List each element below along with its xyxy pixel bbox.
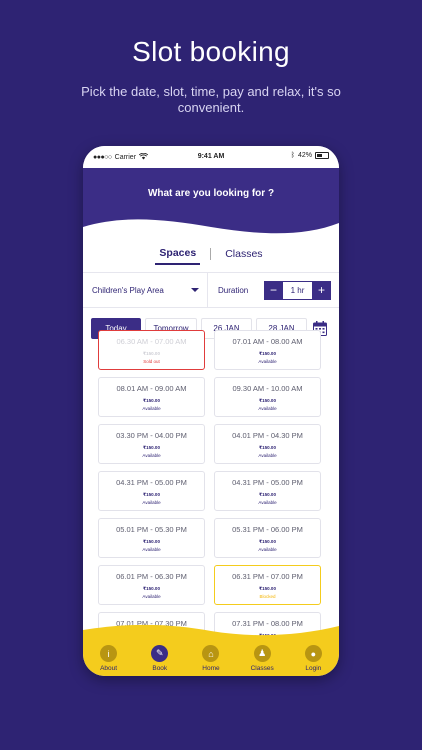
- classes-icon: ♟: [253, 645, 271, 662]
- header-wave: [83, 219, 339, 237]
- slot-status: Available: [258, 359, 277, 364]
- slot-status: Available: [142, 547, 161, 552]
- slot-price: ₹150.00: [143, 586, 160, 591]
- tab-home[interactable]: ⌂ Home: [188, 645, 234, 672]
- info-icon: i: [100, 645, 118, 662]
- header-title: What are you looking for ?: [147, 188, 275, 199]
- battery-icon: [315, 152, 329, 159]
- tab-label: About: [100, 665, 118, 672]
- slot-time: 07.01 AM - 08.00 AM: [232, 337, 303, 346]
- tab-spaces[interactable]: Spaces: [155, 243, 201, 265]
- slot-time: 03.30 PM - 04.00 PM: [116, 431, 187, 440]
- slot-price: ₹150.00: [143, 539, 160, 544]
- slot-status: Available: [142, 453, 161, 458]
- tab-about[interactable]: i About: [86, 645, 132, 672]
- tab-book[interactable]: ✎ Book: [137, 645, 183, 672]
- slot-price: ₹150.00: [143, 398, 160, 403]
- slot-price: ₹150.00: [143, 351, 160, 356]
- user-icon: ●: [304, 645, 322, 662]
- page-title: Slot booking: [132, 36, 290, 67]
- tab-classes[interactable]: Classes: [221, 244, 266, 264]
- tab-login[interactable]: ● Login: [290, 645, 336, 672]
- tab-classes[interactable]: ♟ Classes: [239, 645, 285, 672]
- slot-price: ₹150.00: [259, 398, 276, 403]
- slot-card[interactable]: 05.01 PM - 05.30 PM ₹150.00 Available: [98, 518, 205, 558]
- tab-label: Login: [305, 665, 322, 672]
- page-subtitle: Pick the date, slot, time, pay and relax…: [81, 84, 341, 115]
- slot-time: 09.30 AM - 10.00 AM: [232, 384, 303, 393]
- ticket-icon: ✎: [151, 645, 169, 662]
- increase-duration-button[interactable]: +: [312, 280, 331, 300]
- slot-status: Available: [142, 594, 161, 599]
- slot-card[interactable]: 06.30 AM - 07.00 AM ₹150.00 Sold out: [98, 330, 205, 370]
- slot-time: 06.30 AM - 07.00 AM: [116, 337, 187, 346]
- duration-label: Duration: [218, 285, 249, 295]
- slot-price: ₹150.00: [259, 586, 276, 591]
- slot-status: Available: [258, 453, 277, 458]
- slot-status: Available: [258, 547, 277, 552]
- tab-label: Classes: [250, 665, 274, 672]
- slot-card[interactable]: 04.31 PM - 05.00 PM ₹150.00 Available: [214, 471, 321, 511]
- segment-divider: [210, 248, 212, 260]
- decrease-duration-button[interactable]: −: [264, 280, 283, 300]
- slot-price: ₹150.00: [259, 539, 276, 544]
- slot-card[interactable]: 06.01 PM - 06.30 PM ₹150.00 Available: [98, 565, 205, 605]
- slot-time: 04.01 PM - 04.30 PM: [232, 431, 303, 440]
- slot-status: Available: [142, 500, 161, 505]
- phone-frame: ●●●○○ Carrier 9:41 AM ᛒ 42% What are you…: [83, 146, 339, 676]
- slot-grid: 06.30 AM - 07.00 AM ₹150.00 Sold out 07.01 …: [98, 330, 322, 652]
- chevron-down-icon: [191, 288, 199, 292]
- slot-status: Sold out: [143, 359, 160, 364]
- slot-time: 06.01 PM - 06.30 PM: [116, 572, 187, 581]
- status-bar: ●●●○○ Carrier 9:41 AM ᛒ 42%: [83, 146, 339, 168]
- area-dropdown[interactable]: Children's Play Area: [83, 273, 208, 307]
- bottom-tab-bar: i About ✎ Book ⌂ Home ♟ Classes ● Login: [83, 624, 339, 676]
- slot-card[interactable]: 08.01 AM - 09.00 AM ₹150.00 Available: [98, 377, 205, 417]
- area-dropdown-value: Children's Play Area: [92, 285, 164, 295]
- slot-card[interactable]: 07.01 AM - 08.00 AM ₹150.00 Available: [214, 330, 321, 370]
- slot-card[interactable]: 04.31 PM - 05.00 PM ₹150.00 Available: [98, 471, 205, 511]
- slot-card[interactable]: 06.31 PM - 07.00 PM ₹150.00 Blocked: [214, 565, 321, 605]
- slot-time: 05.01 PM - 05.30 PM: [116, 525, 187, 534]
- slot-time: 06.31 PM - 07.00 PM: [232, 572, 303, 581]
- filter-row: Children's Play Area Duration − 1 hr +: [83, 272, 339, 308]
- slot-time: 05.31 PM - 06.00 PM: [232, 525, 303, 534]
- home-icon: ⌂: [202, 645, 220, 662]
- slot-status: Available: [258, 406, 277, 411]
- tab-label: Home: [202, 665, 220, 672]
- bluetooth-icon: ᛒ: [290, 152, 295, 159]
- segment-control: Spaces Classes: [83, 236, 339, 272]
- battery-label: 42%: [297, 152, 312, 159]
- slot-status: Available: [258, 500, 277, 505]
- slot-price: ₹150.00: [259, 351, 276, 356]
- slot-time: 04.31 PM - 05.00 PM: [116, 478, 187, 487]
- header: What are you looking for ?: [83, 168, 339, 237]
- slot-status: Blocked: [259, 594, 276, 599]
- slot-card[interactable]: 03.30 PM - 04.00 PM ₹150.00 Available: [98, 424, 205, 464]
- slot-price: ₹150.00: [259, 492, 276, 497]
- slot-price: ₹150.00: [143, 445, 160, 450]
- duration-stepper: − 1 hr +: [264, 280, 331, 300]
- duration-value: 1 hr: [283, 280, 312, 300]
- slot-status: Available: [142, 406, 161, 411]
- tab-label: Book: [152, 665, 168, 672]
- slot-time: 08.01 AM - 09.00 AM: [116, 384, 187, 393]
- slot-price: ₹150.00: [259, 445, 276, 450]
- slot-card[interactable]: 04.01 PM - 04.30 PM ₹150.00 Available: [214, 424, 321, 464]
- slot-card[interactable]: 05.31 PM - 06.00 PM ₹150.00 Available: [214, 518, 321, 558]
- slot-time: 04.31 PM - 05.00 PM: [232, 478, 303, 487]
- slot-price: ₹150.00: [143, 492, 160, 497]
- slot-card[interactable]: 09.30 AM - 10.00 AM ₹150.00 Available: [214, 377, 321, 417]
